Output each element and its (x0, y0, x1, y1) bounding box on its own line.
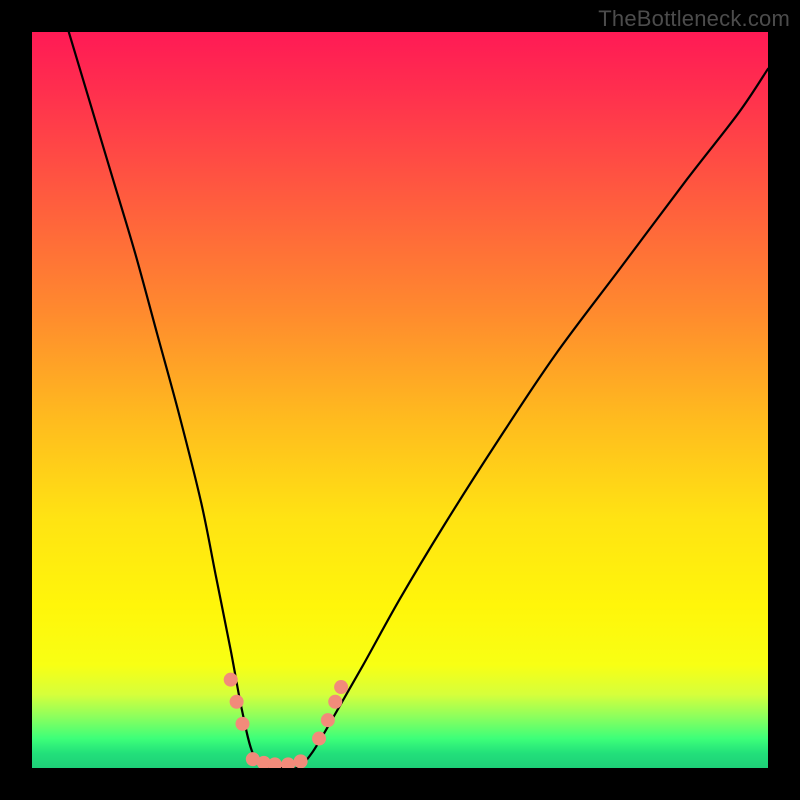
right-ascent-dots-dot (334, 680, 348, 694)
right-ascent-dots-dot (321, 713, 335, 727)
left-descent-dots-dot (236, 717, 250, 731)
valley-dots-dot (281, 757, 295, 768)
valley-dots-dot (294, 754, 308, 768)
watermark-text: TheBottleneck.com (598, 6, 790, 32)
chart-svg (32, 32, 768, 768)
chart-outer-frame: TheBottleneck.com (0, 0, 800, 800)
plot-area (32, 32, 768, 768)
right-ascent-dots-dot (312, 732, 326, 746)
bottleneck-v-curve (69, 32, 768, 768)
left-descent-dots-dot (230, 695, 244, 709)
left-descent-dots-dot (224, 673, 238, 687)
valley-dots-dot (268, 757, 282, 768)
right-ascent-dots-dot (328, 695, 342, 709)
chart-markers (224, 673, 348, 768)
